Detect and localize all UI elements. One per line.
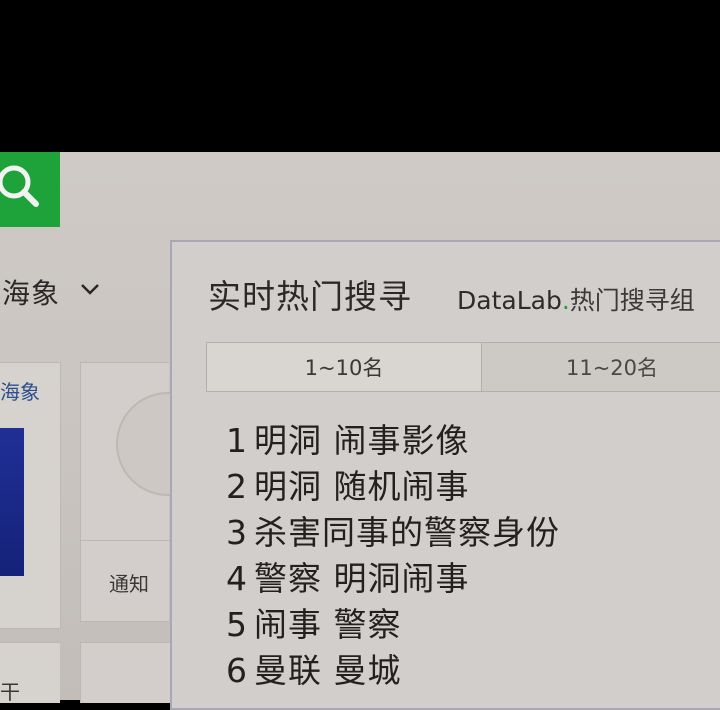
rank-number: 1 [226,421,248,460]
list-item[interactable]: 6 曼联 曼城 [226,648,560,694]
list-item[interactable]: 1 明洞 闹事影像 [226,418,560,464]
rank-keyword: 明洞 闹事影像 [254,421,470,460]
panel-title: 实时热门搜寻 [208,277,412,316]
rank-number: 6 [226,651,248,690]
profile-card-banner [0,428,24,576]
tab-rank-11-20[interactable]: 11~20名 [482,342,720,392]
profile-card-label: 海象 [0,380,40,404]
datalab-link[interactable]: DataLab.热门搜寻组 [457,281,695,317]
chevron-down-icon [81,284,99,295]
rank-tabs: 1~10名 11~20名 [206,342,720,392]
rank-number: 3 [226,513,248,552]
datalab-brand: DataLab [457,286,562,315]
search-icon [0,165,39,207]
bottom-card-label: 干 [0,680,20,704]
datalab-dot: . [561,286,570,315]
user-menu[interactable]: 海象 [2,272,99,312]
rank-keyword: 警察 明洞闹事 [254,559,470,598]
list-item[interactable]: 4 警察 明洞闹事 [226,556,560,602]
datalab-subtitle: 热门搜寻组 [569,286,695,315]
list-item[interactable]: 2 明洞 随机闹事 [226,464,560,510]
black-letterbox [0,0,720,152]
rank-keyword: 闹事 警察 [254,605,402,644]
rank-keyword: 明洞 随机闹事 [254,467,470,506]
card-divider [80,540,170,541]
notice-label[interactable]: 通知 [109,568,149,597]
list-item[interactable]: 3 杀害同事的警察身份 [226,510,560,556]
tab-rank-1-10[interactable]: 1~10名 [206,342,482,392]
rank-keyword: 曼联 曼城 [254,651,402,690]
list-item[interactable]: 5 闹事 警察 [226,602,560,648]
rank-number: 4 [226,559,248,598]
trending-list: 1 明洞 闹事影像 2 明洞 随机闹事 3 杀害同事的警察身份 4 警察 明洞闹事 5闹… [226,418,560,694]
user-name-label: 海象 [2,277,61,310]
rank-number: 2 [226,467,248,506]
rank-keyword: 杀害同事的警察身份 [254,513,560,552]
bottom-card-mid[interactable] [80,642,171,703]
rank-number: 5 [226,605,248,644]
search-button[interactable] [0,152,60,227]
